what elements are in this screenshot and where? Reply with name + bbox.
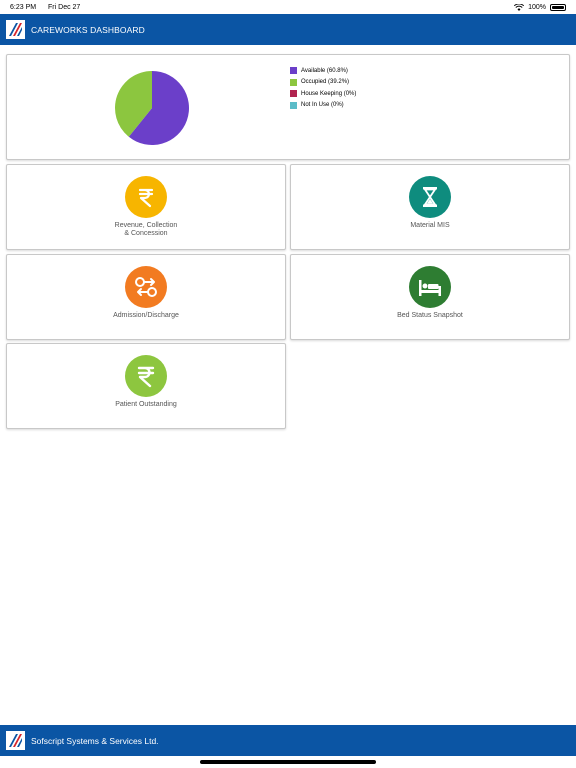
tile-patient-outstanding[interactable]: Patient Outstanding (6, 343, 286, 429)
legend-label: Available (60.8%) (301, 67, 348, 74)
tile-icon-circle (125, 176, 167, 218)
legend-swatch (290, 90, 297, 98)
tile-label: Patient Outstanding (115, 401, 177, 408)
battery-text: 100% (528, 3, 546, 11)
logo-icon (7, 21, 24, 38)
legend-label: Not In Use (0%) (301, 102, 344, 109)
tile-icon-circle (409, 266, 451, 308)
chart-legend: Available (60.8%) Occupied (39.2%) House K… (290, 65, 356, 111)
app-footer: Sofscript Systems & Services Ltd. (0, 725, 576, 756)
rupee-icon (138, 188, 154, 208)
legend-item: Available (60.8%) (290, 65, 356, 77)
legend-label: House Keeping (0%) (301, 90, 357, 97)
app-logo (6, 20, 25, 39)
tile-icon-circle (125, 266, 167, 308)
pie-chart (114, 71, 189, 145)
battery-icon (550, 3, 566, 11)
bed-occupancy-chart-card[interactable]: Available (60.8%) Occupied (39.2%) House K… (6, 54, 570, 160)
tile-label: Revenue, Collection & Concession (114, 222, 178, 237)
home-indicator[interactable] (200, 760, 376, 764)
tile-icon-circle (409, 176, 451, 218)
company-name: Sofscript Systems & Services Ltd. (31, 735, 159, 746)
status-bar: 6:23 PM Fri Dec 27 100% (0, 0, 576, 14)
legend-item: House Keeping (0%) (290, 88, 356, 100)
footer-logo (6, 731, 25, 750)
status-date: Fri Dec 27 (48, 3, 81, 11)
legend-item: Occupied (39.2%) (290, 77, 356, 89)
tile-revenue[interactable]: Revenue, Collection & Concession (6, 164, 286, 250)
tile-label: Bed Status Snapshot (397, 312, 463, 319)
legend-label: Occupied (39.2%) (301, 79, 350, 86)
tile-bed-status[interactable]: Bed Status Snapshot (290, 254, 570, 340)
hourglass-icon (423, 187, 437, 207)
page-title: CAREWORKS DASHBOARD (31, 24, 145, 35)
app-header: CAREWORKS DASHBOARD (0, 14, 576, 45)
logo-icon (7, 732, 24, 749)
legend-swatch (290, 67, 297, 75)
legend-swatch (290, 101, 297, 109)
tile-admission-discharge[interactable]: Admission/Discharge (6, 254, 286, 340)
admission-arrows-icon (135, 277, 157, 297)
legend-item: Not In Use (0%) (290, 100, 356, 112)
wifi-icon (514, 3, 525, 11)
tile-label: Admission/Discharge (113, 312, 179, 319)
tile-material-mis[interactable]: Material MIS (290, 164, 570, 250)
rupee-icon (137, 366, 155, 388)
status-time: 6:23 PM (10, 3, 37, 11)
tile-icon-circle (125, 355, 167, 397)
bed-icon (419, 280, 441, 296)
legend-swatch (290, 78, 297, 86)
tile-label: Material MIS (410, 222, 450, 229)
